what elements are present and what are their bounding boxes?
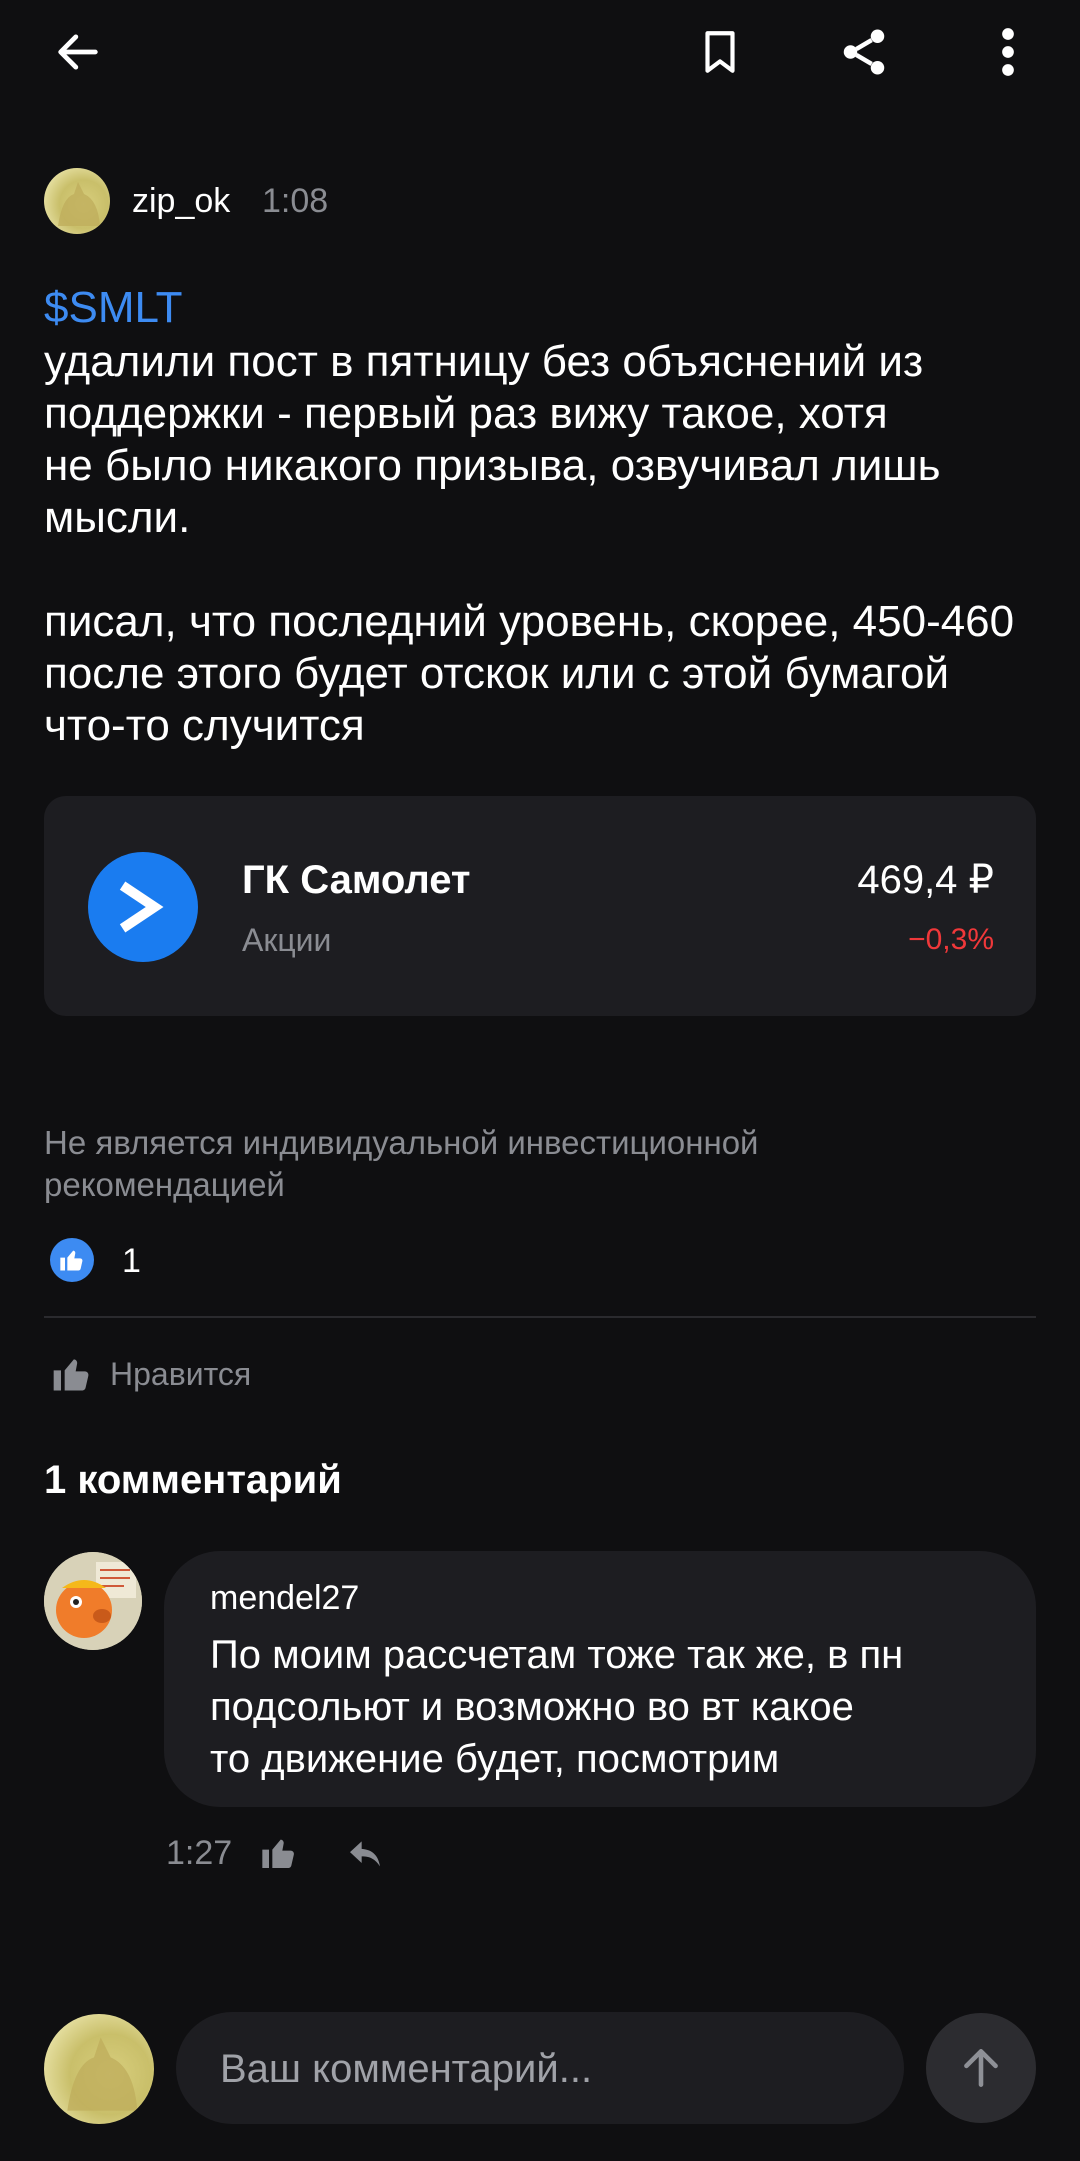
post-line: поддержки - первый раз вижу такое, хотя xyxy=(44,389,888,438)
samolet-logo-icon xyxy=(119,881,164,933)
stock-type: Акции xyxy=(242,922,332,958)
disclaimer: Не является индивидуальной инвестиционно… xyxy=(44,1122,1024,1206)
comment-like-button[interactable] xyxy=(252,1826,306,1880)
thumbs-up-icon xyxy=(262,1839,294,1868)
post-line: мысли. xyxy=(44,493,191,542)
post-line: писал, что последний уровень, скорее, 45… xyxy=(44,597,1015,646)
comment-author[interactable]: mendel27 xyxy=(210,1577,359,1619)
kopatych-avatar-icon xyxy=(44,1552,142,1650)
ticker-link[interactable]: $SMLT xyxy=(44,282,183,334)
stock-change: −0,3% xyxy=(908,923,994,956)
comments-header: 1 комментарий xyxy=(44,1458,342,1502)
author-avatar[interactable] xyxy=(44,168,110,234)
cat-avatar-icon xyxy=(67,2037,138,2111)
bookmark-icon xyxy=(705,31,735,73)
stock-price: 469,4 ₽ xyxy=(857,858,994,902)
thumbs-up-icon xyxy=(60,1250,83,1271)
post-author-name[interactable]: zip_ok xyxy=(132,180,230,222)
composer-avatar xyxy=(44,2014,154,2124)
comment-time: 1:27 xyxy=(166,1834,233,1872)
divider xyxy=(44,1316,1036,1318)
more-button[interactable] xyxy=(968,12,1048,92)
post-line: удалили пост в пятницу без объяснений из xyxy=(44,337,924,386)
cat-avatar-icon xyxy=(58,182,100,226)
post-time: 1:08 xyxy=(262,182,329,220)
post-line: после этого будет отскок или с этой бума… xyxy=(44,649,950,698)
like-action[interactable]: Нравится xyxy=(44,1346,251,1402)
stock-logo xyxy=(88,852,198,962)
bookmark-button[interactable] xyxy=(680,12,760,92)
post-paragraph-1: удалили пост в пятницу без объяснений из… xyxy=(44,336,1044,544)
post-paragraph-2: писал, что последний уровень, скорее, 45… xyxy=(44,596,1054,752)
commenter-avatar[interactable] xyxy=(44,1552,142,1650)
arrow-left-icon xyxy=(58,34,98,70)
thumbs-up-icon xyxy=(53,1359,89,1391)
reaction-like-badge[interactable] xyxy=(50,1238,94,1282)
share-button[interactable] xyxy=(824,12,904,92)
disclaimer-line: Не является индивидуальной инвестиционно… xyxy=(44,1124,759,1161)
disclaimer-line: рекомендацией xyxy=(44,1166,285,1203)
comment-line: По моим рассчетам тоже так же, в пн xyxy=(210,1633,904,1677)
post-line: что-то случится xyxy=(44,701,365,750)
post-line: не было никакого призыва, озвучивал лишь xyxy=(44,441,941,490)
arrow-up-icon xyxy=(964,2049,998,2087)
back-button[interactable] xyxy=(40,14,116,90)
comment-input-placeholder: Ваш комментарий... xyxy=(220,2047,593,2091)
comment-text: По моим рассчетам тоже так же, в пн подс… xyxy=(210,1629,1020,1785)
reply-icon xyxy=(350,1841,380,1867)
share-icon xyxy=(843,29,885,75)
more-vertical-icon xyxy=(1002,28,1014,76)
comment-reply-button[interactable] xyxy=(338,1826,392,1880)
stock-name: ГК Самолет xyxy=(242,858,471,902)
comment-bubble[interactable]: mendel27 По моим рассчетам тоже так же, … xyxy=(164,1551,1036,1807)
like-label: Нравится xyxy=(110,1356,252,1392)
comment-line: подсольют и возможно во вт какое xyxy=(210,1685,854,1729)
comment-line: то движение будет, посмотрим xyxy=(210,1737,780,1781)
stock-card[interactable]: ГК Самолет Акции 469,4 ₽ −0,3% xyxy=(44,796,1036,1016)
send-button[interactable] xyxy=(926,2013,1036,2123)
reaction-count: 1 xyxy=(122,1242,141,1280)
comment-input[interactable]: Ваш комментарий... xyxy=(176,2012,904,2124)
